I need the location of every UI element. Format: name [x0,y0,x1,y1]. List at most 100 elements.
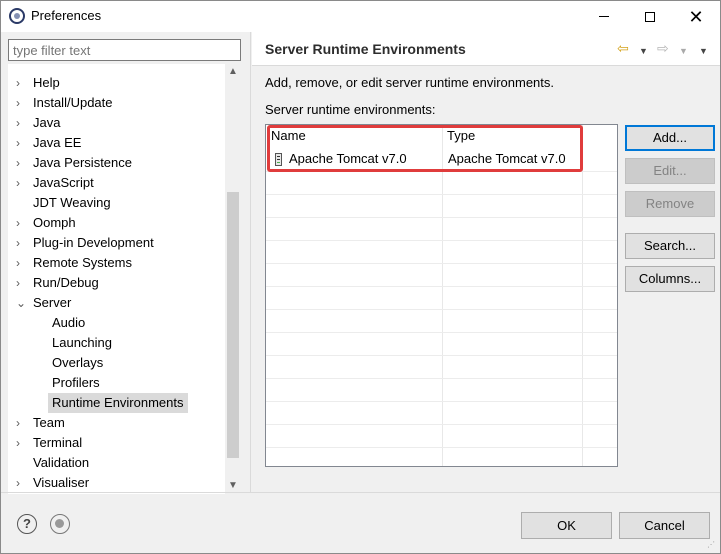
row-divider [266,401,617,402]
column-divider [442,125,443,466]
row-divider [266,424,617,425]
chevron-right-icon[interactable]: › [16,493,26,494]
maximize-icon [645,11,655,22]
tree-item-oomph[interactable]: › Oomph [8,213,225,233]
tree-item-label: Help [33,75,60,90]
tree-item-team[interactable]: › Team [8,413,225,433]
close-button[interactable]: ✕ [673,1,719,32]
page-title: Server Runtime Environments [265,41,466,57]
tree-item-label: Java [33,115,61,130]
tree-item-label: Terminal [33,435,83,450]
tree-item-label: Team [33,415,65,430]
import-export-icon[interactable] [50,514,70,534]
tree-item-label: Run/Debug [33,275,99,290]
tree-item-run-debug[interactable]: › Run/Debug [8,273,225,293]
chevron-right-icon[interactable]: › [16,233,26,253]
columns-button[interactable]: Columns... [625,266,715,292]
minimize-button[interactable] [581,1,627,32]
preferences-window: Preferences ✕ ›Help›Install/Update›Java›… [0,0,721,554]
tree-item-label: Oomph [33,215,76,230]
tree-item-label: Plug-in Development [33,235,154,250]
tree-item-label: Audio [52,315,86,330]
tree-item-audio[interactable]: Audio [8,313,225,333]
tree-item-profilers[interactable]: Profilers [8,373,225,393]
page-description: Add, remove, or edit server runtime envi… [265,75,555,90]
scroll-up-icon[interactable]: ▲ [225,64,241,80]
tree-item-overlays[interactable]: Overlays [8,353,225,373]
row-divider [266,240,617,241]
chevron-right-icon[interactable]: › [16,173,26,193]
tree-item-label: Install/Update [33,95,113,110]
maximize-button[interactable] [627,1,673,32]
tree-item-remote-systems[interactable]: › Remote Systems [8,253,225,273]
chevron-right-icon[interactable]: › [16,473,26,493]
close-icon: ✕ [688,6,704,27]
preference-page: Server Runtime Environments ⇦ ▼ ⇨ ▼ ▼ Ad… [252,32,720,492]
tree-item-terminal[interactable]: › Terminal [8,433,225,453]
annotation-highlight-box [267,125,583,172]
chevron-right-icon[interactable]: › [16,153,26,173]
scrollbar-thumb[interactable] [227,192,239,458]
help-icon[interactable]: ? [17,514,37,534]
chevron-right-icon[interactable]: › [16,413,26,433]
chevron-right-icon[interactable]: › [16,113,26,133]
minimize-icon [599,16,609,17]
add-button[interactable]: Add... [625,125,715,151]
view-menu-icon[interactable]: ▼ [699,44,708,58]
runtime-table: Name Type Apache Tomcat v7.0 Apache Tomc… [265,124,618,467]
tree-item-plug-in-development[interactable]: › Plug-in Development [8,233,225,253]
chevron-right-icon[interactable]: › [16,273,26,293]
row-divider [266,286,617,287]
tree-item-validation[interactable]: Validation [8,453,225,473]
tree-item-java-ee[interactable]: › Java EE [8,133,225,153]
window-title: Preferences [31,8,102,23]
tree-item-launching[interactable]: Launching [8,333,225,353]
tree-item-visualiser[interactable]: › Visualiser [8,473,225,493]
chevron-right-icon[interactable]: › [16,253,26,273]
tree-item-label: JDT Weaving [33,195,111,210]
back-dropdown-icon[interactable]: ▼ [639,44,648,58]
tree-item-label: Overlays [52,355,104,370]
chevron-right-icon[interactable]: › [16,213,26,233]
tree-item-label: Server [33,295,72,310]
forward-dropdown-icon[interactable]: ▼ [679,44,688,58]
tree-item-server[interactable]: ⌄ Server [8,293,225,313]
chevron-down-icon[interactable]: ⌄ [16,293,26,313]
forward-arrow-icon[interactable]: ⇨ [657,41,669,55]
tree-item-runtime-environments[interactable]: Runtime Environments [8,393,225,413]
tree-item-web[interactable]: › Web [8,493,225,494]
ok-button[interactable]: OK [521,512,612,539]
preferences-navigation: › Help › Install/Update › Java › Java EE › Java P… [1,32,249,494]
chevron-right-icon[interactable]: › [16,433,26,453]
column-divider [582,125,583,466]
tree-item-jdt-weaving[interactable]: JDT Weaving [8,193,225,213]
tree-item-help[interactable]: › Help [8,73,225,93]
tree-item-java[interactable]: › Java [8,113,225,133]
tree-scrollbar[interactable]: ▲ ▼ [225,64,241,494]
row-divider [266,309,617,310]
runtime-list-label: Server runtime environments: [265,102,436,117]
pane-splitter[interactable] [250,32,251,492]
page-header: Server Runtime Environments ⇦ ▼ ⇨ ▼ ▼ [252,32,720,66]
chevron-right-icon[interactable]: › [16,93,26,113]
tree-item-label: Visualiser [33,475,90,490]
edit-button[interactable]: Edit... [625,158,715,184]
tree-item-javascript[interactable]: › JavaScript [8,173,225,193]
row-divider [266,378,617,379]
filter-input[interactable] [8,39,241,61]
resize-grip-icon[interactable]: ⋰ [707,541,717,551]
search-button[interactable]: Search... [625,233,715,259]
tree-item-label: Validation [33,455,90,470]
tree-item-install-update[interactable]: › Install/Update [8,93,225,113]
chevron-right-icon[interactable]: › [16,133,26,153]
row-divider [266,263,617,264]
tree-item-label: Java EE [33,135,82,150]
cancel-button[interactable]: Cancel [619,512,710,539]
tree-item-java-persistence[interactable]: › Java Persistence [8,153,225,173]
tree-item-label: Runtime Environments [48,393,188,413]
tree-item-label: Profilers [52,375,100,390]
remove-button[interactable]: Remove [625,191,715,217]
back-arrow-icon[interactable]: ⇦ [617,41,629,55]
row-divider [266,355,617,356]
chevron-right-icon[interactable]: › [16,73,26,93]
